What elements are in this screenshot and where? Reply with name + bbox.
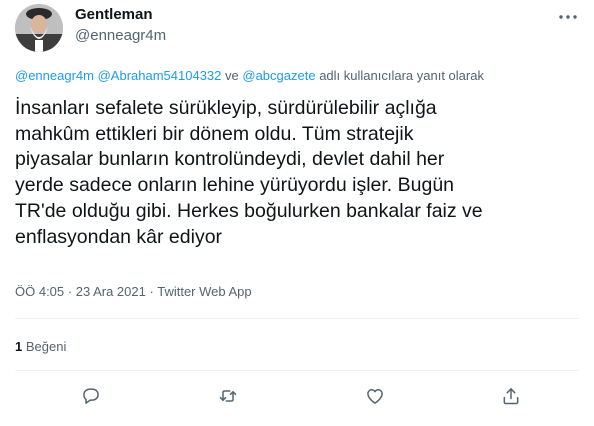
tweet-text: İnsanları sefalete sürükleyip, sürdürüle… [15, 96, 585, 250]
author-name[interactable]: Gentleman [75, 6, 153, 23]
tweet-source[interactable]: Twitter Web App [157, 284, 251, 299]
retweet-icon[interactable] [214, 382, 242, 410]
avatar[interactable] [15, 4, 63, 52]
tweet-text-line: mahkûm ettikleri bir dönem oldu. Tüm str… [15, 122, 414, 145]
mention-link[interactable]: @abcgazete [242, 68, 315, 83]
bearded-man-avatar-icon [15, 4, 63, 52]
tweet-text-line: enflasyondan kâr ediyor [15, 225, 223, 248]
tweet-text-line: TR'de olduğu gibi. Herkes boğulurken ban… [15, 199, 483, 222]
meta-separator: · [67, 284, 73, 299]
tweet-metadata: ÖÖ 4:05 · 23 Ara 2021 · Twitter Web App [15, 284, 252, 299]
more-options-icon[interactable] [556, 7, 580, 27]
replying-to-line: @enneagr4m @Abraham54104332 ve @abcgazet… [15, 68, 484, 83]
tweet-text-line: piyasalar bunların kontrolündeydi, devle… [15, 148, 445, 171]
action-bar [0, 382, 594, 410]
divider [15, 318, 579, 319]
share-icon[interactable] [497, 382, 525, 410]
meta-separator: · [149, 284, 154, 299]
reply-icon[interactable] [77, 382, 105, 410]
tweet-text-line: yerde sadece onların lehine yürüyordu iş… [15, 174, 455, 197]
tweet-time[interactable]: ÖÖ 4:05 [15, 284, 64, 299]
divider [15, 370, 579, 371]
like-count: 1 [15, 339, 23, 354]
like-label: Beğeni [25, 339, 67, 354]
replying-connector: ve [225, 68, 239, 83]
replying-suffix: adlı kullanıcılara yanıt olarak [319, 68, 484, 83]
likes-stat[interactable]: 1 Beğeni [15, 339, 66, 354]
tweet-text-line: İnsanları sefalete sürükleyip, sürdürüle… [15, 97, 437, 119]
like-icon[interactable] [361, 382, 389, 410]
author-handle[interactable]: @enneagr4m [75, 27, 166, 44]
tweet-date[interactable]: 23 Ara 2021 [76, 284, 146, 299]
mention-link[interactable]: @enneagr4m [15, 68, 94, 83]
mention-link[interactable]: @Abraham54104332 [98, 68, 222, 83]
